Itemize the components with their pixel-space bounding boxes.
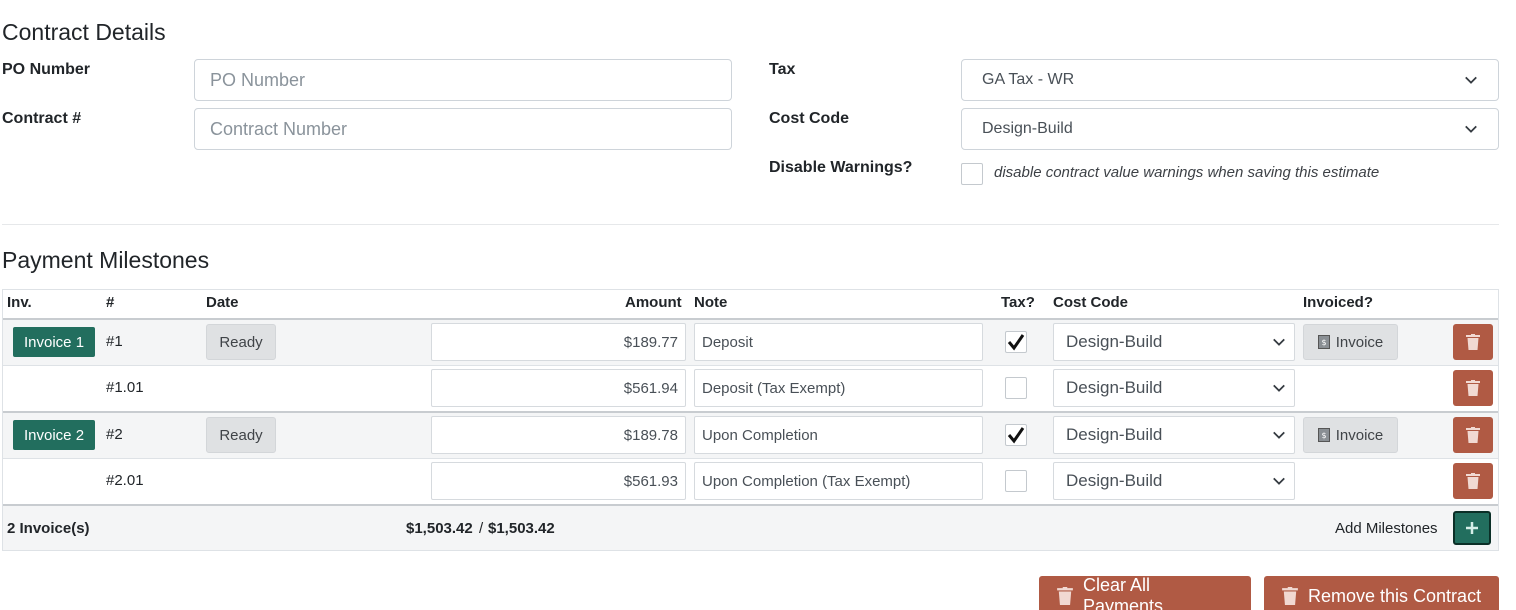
- svg-text:$: $: [1321, 431, 1326, 440]
- invoice-1-button[interactable]: Invoice 1: [13, 327, 96, 357]
- col-header-inv: Inv.: [7, 294, 32, 311]
- disable-warnings-hint: disable contract value warnings when sav…: [994, 164, 1380, 181]
- col-header-date: Date: [206, 294, 239, 311]
- cost-code-row-value: Design-Build: [1066, 425, 1163, 444]
- note-input[interactable]: Upon Completion (Tax Exempt): [694, 462, 983, 500]
- trash-icon: [1057, 587, 1073, 605]
- table-row: #2.01 $561.93 Upon Completion (Tax Exemp…: [3, 459, 1498, 504]
- note-input[interactable]: Upon Completion: [694, 416, 983, 454]
- col-header-invoiced: Invoiced?: [1303, 294, 1374, 311]
- cost-code-row-select[interactable]: Design-Build: [1053, 369, 1295, 407]
- checkmark-icon: [1007, 334, 1025, 351]
- invoice-button-label: Invoice: [1335, 426, 1384, 444]
- tax-select-value: GA Tax - WR: [982, 71, 1075, 88]
- checkmark-icon: [1007, 427, 1025, 444]
- cost-code-row-select[interactable]: Design-Build: [1053, 323, 1295, 361]
- cost-code-row-value: Design-Build: [1066, 378, 1163, 397]
- trash-icon: [1466, 427, 1480, 443]
- disable-warnings-label: Disable Warnings?: [769, 159, 913, 176]
- clear-all-payments-button[interactable]: Clear All Payments: [1039, 575, 1251, 610]
- payment-milestones-heading: Payment Milestones: [2, 247, 210, 273]
- delete-milestone-button[interactable]: [1453, 417, 1493, 453]
- add-milestones-label: Add Milestones: [1335, 520, 1438, 537]
- delete-milestone-button[interactable]: [1453, 463, 1493, 499]
- cost-code-row-value: Design-Build: [1066, 471, 1163, 490]
- trash-icon: [1466, 334, 1480, 350]
- section-divider: [2, 224, 1499, 225]
- document-icon: $: [1317, 428, 1330, 442]
- milestone-number: #1.01: [106, 379, 144, 396]
- invoice-2-button[interactable]: Invoice 2: [13, 420, 96, 450]
- cost-code-select-value: Design-Build: [982, 120, 1073, 137]
- total-contract: $1,503.42: [488, 520, 555, 537]
- svg-text:$: $: [1321, 338, 1326, 347]
- cost-code-row-select[interactable]: Design-Build: [1053, 462, 1295, 500]
- milestone-number: #2: [106, 426, 123, 443]
- document-icon: $: [1317, 335, 1330, 349]
- delete-milestone-button[interactable]: [1453, 324, 1493, 360]
- invoice-button[interactable]: $ Invoice: [1303, 324, 1398, 360]
- tax-select[interactable]: GA Tax - WR: [961, 59, 1499, 101]
- col-header-cost-code: Cost Code: [1053, 294, 1128, 311]
- add-milestone-button[interactable]: [1453, 511, 1491, 545]
- contract-details-heading: Contract Details: [2, 19, 166, 45]
- amount-input[interactable]: $189.78: [431, 416, 686, 454]
- chevron-down-icon: [1273, 431, 1285, 439]
- contract-number-label: Contract #: [2, 110, 82, 127]
- chevron-down-icon: [1273, 384, 1285, 392]
- remove-contract-label: Remove this Contract: [1308, 585, 1482, 606]
- delete-milestone-button[interactable]: [1453, 370, 1493, 406]
- remove-contract-button[interactable]: Remove this Contract: [1264, 576, 1499, 610]
- table-row: Invoice 2 #2 Ready $189.78 Upon Completi…: [3, 413, 1498, 458]
- milestone-number: #1: [106, 333, 123, 350]
- total-separator: /: [479, 520, 484, 537]
- milestone-number: #2.01: [106, 472, 144, 489]
- invoice-button[interactable]: $ Invoice: [1303, 417, 1398, 453]
- contract-number-input[interactable]: [194, 108, 732, 150]
- milestones-table: Inv. # Date Amount Note Tax? Cost Code I…: [2, 289, 1499, 551]
- col-header-num: #: [106, 294, 115, 311]
- disable-warnings-checkbox[interactable]: [961, 163, 983, 185]
- ready-button[interactable]: Ready: [206, 324, 276, 360]
- tax-checkbox[interactable]: [1005, 424, 1027, 446]
- invoice-button-label: Invoice: [1335, 333, 1384, 351]
- amount-input[interactable]: $561.94: [431, 369, 686, 407]
- amount-input[interactable]: $189.77: [431, 323, 686, 361]
- chevron-down-icon: [1465, 76, 1477, 84]
- chevron-down-icon: [1465, 125, 1477, 133]
- tax-checkbox[interactable]: [1005, 470, 1027, 492]
- cost-code-row-value: Design-Build: [1066, 332, 1163, 351]
- col-header-note: Note: [694, 294, 728, 311]
- note-input[interactable]: Deposit: [694, 323, 983, 361]
- tax-checkbox[interactable]: [1005, 331, 1027, 353]
- milestones-footer: 2 Invoice(s) $1,503.42 / $1,503.42 Add M…: [3, 506, 1498, 550]
- tax-label: Tax: [769, 61, 796, 78]
- total-allocated: $1,503.42: [406, 520, 473, 537]
- cost-code-row-select[interactable]: Design-Build: [1053, 416, 1295, 454]
- col-header-tax: Tax?: [1001, 294, 1035, 311]
- trash-icon: [1282, 587, 1298, 605]
- trash-icon: [1466, 473, 1480, 489]
- table-row: #1.01 $561.94 Deposit (Tax Exempt) Desig…: [3, 366, 1498, 411]
- note-input[interactable]: Deposit (Tax Exempt): [694, 369, 983, 407]
- col-header-amount: Amount: [625, 294, 682, 311]
- po-number-label: PO Number: [2, 61, 91, 78]
- chevron-down-icon: [1273, 477, 1285, 485]
- amount-input[interactable]: $561.93: [431, 462, 686, 500]
- tax-checkbox[interactable]: [1005, 377, 1027, 399]
- chevron-down-icon: [1273, 338, 1285, 346]
- cost-code-select[interactable]: Design-Build: [961, 108, 1499, 150]
- invoice-count: 2 Invoice(s): [7, 520, 90, 537]
- plus-icon: [1466, 522, 1478, 534]
- clear-all-payments-label: Clear All Payments: [1083, 575, 1164, 610]
- table-row: Invoice 1 #1 Ready $189.77 Deposit Desig…: [3, 320, 1498, 365]
- po-number-input[interactable]: [194, 59, 732, 101]
- ready-button[interactable]: Ready: [206, 417, 276, 453]
- trash-icon: [1466, 380, 1480, 396]
- cost-code-label: Cost Code: [769, 110, 849, 127]
